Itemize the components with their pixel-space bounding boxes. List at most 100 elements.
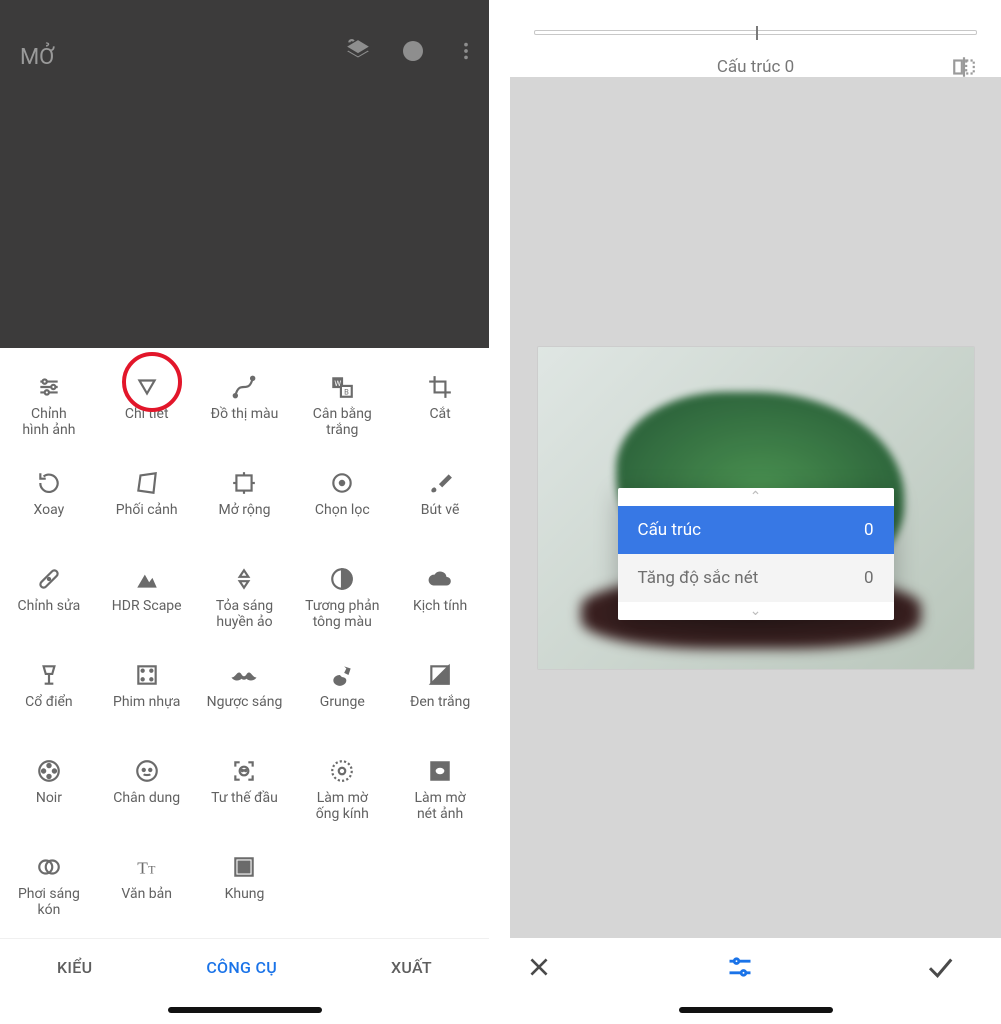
info-icon[interactable] (401, 39, 425, 63)
tool-bw[interactable]: Đen trắng (391, 646, 489, 742)
text-icon: TT (134, 848, 160, 886)
triangle-down-icon (134, 368, 160, 406)
glamour-icon (231, 560, 257, 598)
tool-text[interactable]: TTVăn bản (98, 838, 196, 934)
tool-label: Kịch tính (413, 598, 467, 614)
tool-brush[interactable]: Bút vẽ (391, 454, 489, 550)
film-icon (134, 656, 160, 694)
tool-perspective[interactable]: Phối cảnh (98, 454, 196, 550)
tool-glamour[interactable]: Tỏa sáng huyền ảo (196, 550, 294, 646)
tool-reel[interactable]: Noir (0, 742, 98, 838)
svg-text:T: T (137, 859, 148, 878)
tool-mustache[interactable]: Ngược sáng (196, 646, 294, 742)
tool-label: Cổ điển (25, 694, 73, 710)
tab-export[interactable]: XUẤT (391, 958, 432, 977)
chevron-up-icon: ⌃ (618, 488, 894, 506)
svg-text:W: W (335, 379, 342, 388)
tool-cloud[interactable]: Kịch tính (391, 550, 489, 646)
perspective-icon (134, 464, 160, 502)
tool-label: Phơi sáng kón (18, 886, 80, 918)
mountains-icon (134, 560, 160, 598)
param-row-sharpen[interactable]: Tăng độ sắc nét 0 (618, 554, 894, 602)
tool-label: Xoay (34, 502, 65, 518)
cloud-icon (427, 560, 453, 598)
editor-top-dark: MỞ (0, 0, 489, 348)
tool-expand[interactable]: Mở rộng (196, 454, 294, 550)
edit-bottom-bar (510, 938, 1001, 996)
bottom-tabs: KIỂU CÔNG CỤ XUẤT (0, 938, 489, 996)
lens-blur-icon (329, 752, 355, 790)
apply-button[interactable] (925, 952, 985, 982)
guitar-icon (329, 656, 355, 694)
cancel-button[interactable] (526, 954, 586, 980)
face-icon (134, 752, 160, 790)
param-label: Tăng độ sắc nét (638, 568, 759, 588)
tool-label: Đen trắng (410, 694, 470, 710)
bw-icon (427, 656, 453, 694)
frame-icon (231, 848, 257, 886)
svg-text:T: T (148, 863, 156, 877)
vignette-icon (427, 752, 453, 790)
tool-mountains[interactable]: HDR Scape (98, 550, 196, 646)
param-value: 0 (864, 520, 874, 540)
tool-double-expose[interactable]: Phơi sáng kón (0, 838, 98, 934)
tools-panel: Chỉnh hình ảnh Chi tiết Đồ thị màu WBCân bằ… (0, 348, 489, 938)
tool-label: Cắt (429, 406, 450, 422)
tool-label: Ngược sáng (207, 694, 283, 710)
param-value: 0 (864, 568, 874, 588)
lamp-icon (36, 656, 62, 694)
expand-icon (231, 464, 257, 502)
tool-crop[interactable]: Cắt (391, 358, 489, 454)
rotate-icon (36, 464, 62, 502)
tool-label: Chỉnh sửa (18, 598, 81, 614)
tool-face[interactable]: Chân dung (98, 742, 196, 838)
curve-icon (231, 368, 257, 406)
tool-lens-blur[interactable]: Làm mờ ống kính (293, 742, 391, 838)
mustache-icon (229, 656, 259, 694)
tool-wb[interactable]: WBCân bằng trắng (293, 358, 391, 454)
tab-styles[interactable]: KIỂU (57, 958, 92, 977)
tab-tools[interactable]: CÔNG CỤ (206, 958, 277, 977)
tool-label: Chọn lọc (315, 502, 370, 518)
tool-rotate[interactable]: Xoay (0, 454, 98, 550)
tool-curve[interactable]: Đồ thị màu (196, 358, 294, 454)
more-icon[interactable] (455, 40, 477, 62)
param-row-structure[interactable]: Cấu trúc 0 (618, 506, 894, 554)
tool-label: Tương phản tông màu (305, 598, 379, 630)
tool-label: Mở rộng (219, 502, 271, 518)
contrast-icon (329, 560, 355, 598)
tool-guitar[interactable]: Grunge (293, 646, 391, 742)
status-label: Cấu trúc 0 (717, 57, 794, 77)
face-detect-icon (231, 752, 257, 790)
double-expose-icon (36, 848, 62, 886)
tool-label: Cân bằng trắng (313, 406, 372, 438)
tool-label: Phim nhựa (113, 694, 180, 710)
tool-lamp[interactable]: Cổ điển (0, 646, 98, 742)
tool-label: Đồ thị màu (211, 406, 279, 422)
tool-contrast[interactable]: Tương phản tông màu (293, 550, 391, 646)
chevron-down-icon: ⌄ (618, 602, 894, 620)
tool-tune[interactable]: Chỉnh hình ảnh (0, 358, 98, 454)
tool-label: Tư thế đầu (211, 790, 278, 806)
parameter-overlay[interactable]: ⌃ Cấu trúc 0 Tăng độ sắc nét 0 ⌄ (618, 488, 894, 620)
tool-vignette[interactable]: Làm mờ nét ảnh (391, 742, 489, 838)
tool-bandage[interactable]: Chỉnh sửa (0, 550, 98, 646)
adjust-button[interactable] (726, 953, 786, 981)
param-label: Cấu trúc (638, 520, 702, 540)
tool-triangle-down[interactable]: Chi tiết (98, 358, 196, 454)
value-slider[interactable] (510, 30, 1001, 35)
edit-top: Cấu trúc 0 (510, 0, 1001, 77)
tool-target[interactable]: Chọn lọc (293, 454, 391, 550)
tool-label: Chi tiết (125, 406, 169, 422)
layers-icon[interactable] (345, 38, 371, 64)
image-canvas[interactable]: ⌃ Cấu trúc 0 Tăng độ sắc nét 0 ⌄ (510, 77, 1001, 938)
tool-film[interactable]: Phim nhựa (98, 646, 196, 742)
tool-label: HDR Scape (112, 598, 182, 614)
open-button[interactable]: MỞ (20, 45, 54, 70)
tool-label: Phối cảnh (116, 502, 178, 518)
tool-face-detect[interactable]: Tư thế đầu (196, 742, 294, 838)
tool-label: Grunge (320, 694, 365, 710)
tool-label: Noir (36, 790, 62, 806)
bandage-icon (36, 560, 62, 598)
tool-frame[interactable]: Khung (196, 838, 294, 934)
